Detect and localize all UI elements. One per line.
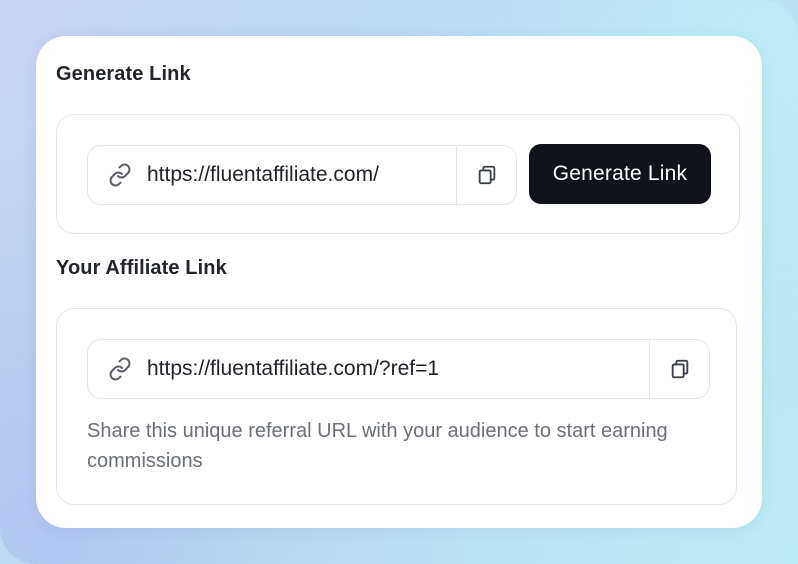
copy-base-url-button[interactable] bbox=[456, 146, 516, 204]
copy-icon bbox=[478, 165, 495, 185]
affiliate-link-card: Generate Link https://fluentaffiliate.co… bbox=[36, 36, 762, 528]
link-icon bbox=[107, 162, 133, 188]
copy-icon bbox=[671, 359, 688, 379]
affiliate-link-panel: https://fluentaffiliate.com/?ref=1 Share… bbox=[56, 308, 737, 505]
affiliate-help-text: Share this unique referral URL with your… bbox=[87, 420, 668, 472]
generate-link-title: Generate Link bbox=[56, 63, 191, 85]
background: Generate Link https://fluentaffiliate.co… bbox=[0, 0, 798, 564]
link-icon bbox=[107, 356, 133, 382]
generate-link-panel: https://fluentaffiliate.com/ Generate Li… bbox=[56, 114, 740, 234]
generate-link-button[interactable]: Generate Link bbox=[529, 144, 711, 204]
affiliate-url-value[interactable]: https://fluentaffiliate.com/?ref=1 bbox=[147, 357, 649, 381]
affiliate-link-title: Your Affiliate Link bbox=[56, 257, 227, 279]
copy-affiliate-url-button[interactable] bbox=[649, 340, 709, 398]
base-url-value[interactable]: https://fluentaffiliate.com/ bbox=[147, 163, 456, 187]
affiliate-url-field[interactable]: https://fluentaffiliate.com/?ref=1 bbox=[87, 339, 710, 399]
base-url-field[interactable]: https://fluentaffiliate.com/ bbox=[87, 145, 517, 205]
